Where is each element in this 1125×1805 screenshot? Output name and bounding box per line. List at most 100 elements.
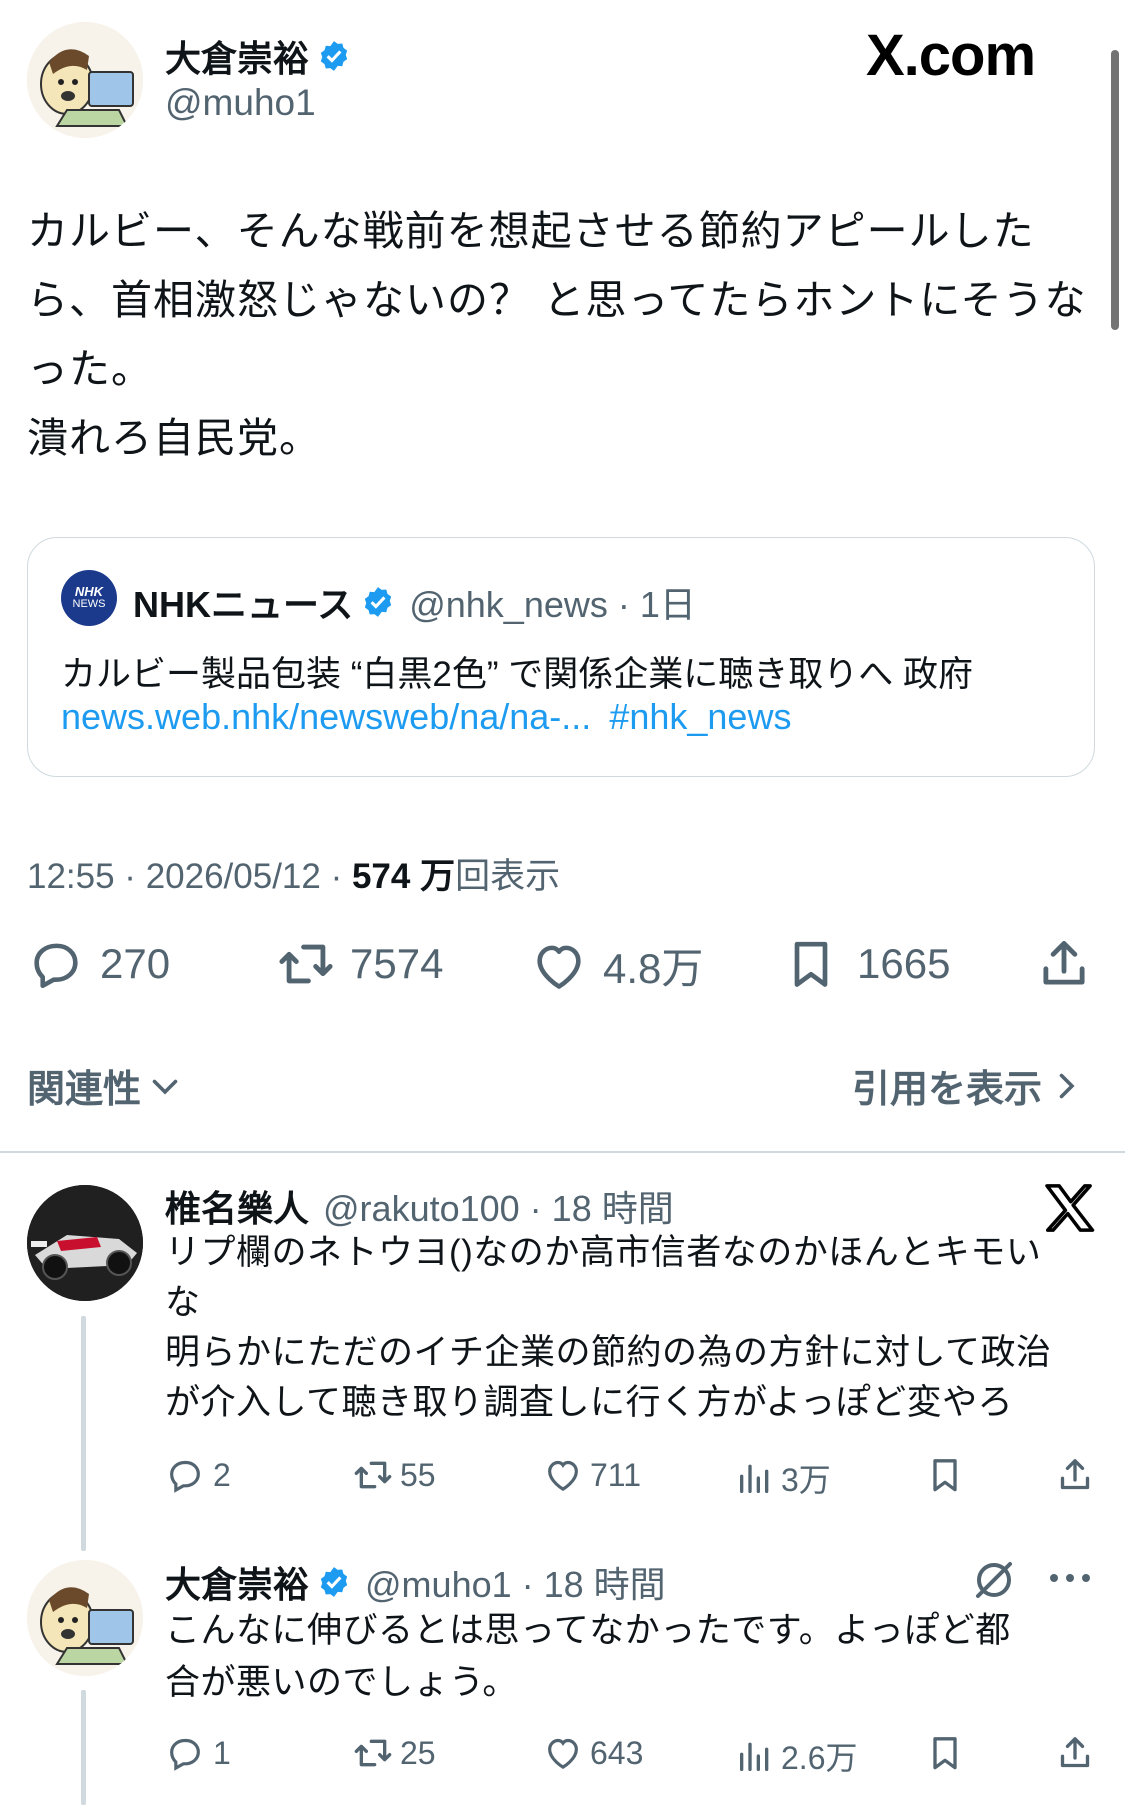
- view-quotes-link[interactable]: 引用を表示: [852, 1058, 1084, 1113]
- reply-count: 1: [213, 1734, 231, 1771]
- share-button[interactable]: [1035, 935, 1093, 993]
- like-count: 643: [590, 1734, 644, 1771]
- repost-button[interactable]: 7574: [275, 935, 443, 993]
- reply-bookmark-button[interactable]: [925, 1733, 965, 1773]
- reply-text-line: 明らかにただのイチ企業の節約の為の方針に対して政治: [165, 1333, 1052, 1372]
- share-icon: [1060, 1459, 1090, 1490]
- sort-dropdown[interactable]: 関連性: [27, 1058, 183, 1113]
- views-count: 2.6万: [781, 1740, 858, 1776]
- thread-line: [81, 1690, 86, 1805]
- bookmark-icon: [933, 1459, 957, 1492]
- x-com-logo: X.com: [866, 23, 1036, 88]
- reply-repost-button[interactable]: 25: [352, 1733, 436, 1773]
- reply-text-line: が介入して聴き取り調査しに行く方がよっぽど変やろ: [165, 1383, 1014, 1422]
- repost-count: 55: [400, 1456, 436, 1493]
- quoted-handle-time: @nhk_news · 1日: [409, 584, 696, 625]
- reply-like-button[interactable]: 711: [542, 1455, 641, 1495]
- repost-icon: [354, 1461, 392, 1489]
- scrollbar[interactable]: [1111, 50, 1119, 330]
- post-meta: 12:55 · 2026/05/12 · 574 万回表示: [27, 848, 560, 899]
- repost-icon: [354, 1739, 392, 1767]
- view-quotes-label: 引用を表示: [852, 1069, 1043, 1111]
- divider: [0, 1151, 1125, 1153]
- post-text-line: った。: [27, 346, 153, 392]
- chevron-down-icon: [152, 1079, 178, 1095]
- post-text-line: カルビー、そんな戦前を想起させる節約アピールした: [27, 208, 1035, 254]
- reply-icon: [34, 943, 78, 989]
- sort-label: 関連性: [27, 1069, 142, 1111]
- bookmark-icon: [794, 941, 828, 987]
- verified-badge-icon: [361, 585, 395, 619]
- quoted-display-name[interactable]: NHKニュース: [133, 576, 353, 628]
- avatar-illustration: [27, 22, 143, 138]
- reply-icon: [170, 1460, 200, 1493]
- reply-display-name[interactable]: 大倉崇裕: [165, 1556, 309, 1608]
- reply-text: こんなに伸びるとは思ってなかったです。よっぽど都 合が悪いのでしょう。: [165, 1605, 1011, 1709]
- nhk-avatar-text-bottom: NEWS: [72, 598, 106, 610]
- post-text-line: 潰れろ自民党。: [27, 415, 321, 461]
- verified-badge-icon: [317, 1565, 351, 1599]
- views-chart-icon: [740, 1464, 769, 1493]
- reply-button[interactable]: 270: [27, 935, 170, 993]
- verified-badge-icon: [317, 39, 351, 73]
- like-count: 4.8万: [603, 945, 704, 992]
- like-count: 711: [590, 1456, 642, 1493]
- quoted-post-card[interactable]: NHK NEWS NHKニュース @nhk_news · 1日 カルビー製品包装…: [27, 537, 1095, 777]
- nhk-avatar-text-top: NHK: [74, 584, 104, 599]
- avatar-illustration: [27, 1560, 143, 1676]
- heart-icon: [537, 945, 581, 989]
- repost-icon: [279, 944, 333, 984]
- author-avatar[interactable]: [27, 22, 143, 138]
- reply-icon: [170, 1738, 200, 1771]
- quoted-hashtag[interactable]: #nhk_news: [609, 696, 791, 737]
- heart-icon: [548, 1738, 578, 1770]
- chevron-right-icon: [1059, 1073, 1075, 1098]
- reply-reply-button[interactable]: 2: [165, 1455, 231, 1495]
- reply-text-line: こんなに伸びるとは思ってなかったです。よっぽど都: [165, 1611, 1011, 1650]
- view-count-label: 回表示: [455, 857, 561, 896]
- reply-handle-time: @rakuto100 · 18 時間: [323, 1188, 674, 1229]
- views-chart-icon: [740, 1742, 769, 1771]
- reply-count: 2: [213, 1456, 231, 1493]
- repost-count: 7574: [350, 940, 444, 987]
- grok-icon[interactable]: [970, 1556, 1018, 1609]
- bookmark-button[interactable]: 1665: [783, 935, 950, 993]
- post-text: カルビー、そんな戦前を想起させる節約アピールした ら、首相激怒じゃないの？ と思…: [27, 197, 1107, 473]
- reply-like-button[interactable]: 643: [542, 1733, 643, 1773]
- reply-avatar[interactable]: [27, 1185, 143, 1301]
- reply-views-button[interactable]: 3万: [735, 1455, 831, 1501]
- reply-repost-button[interactable]: 55: [352, 1455, 436, 1495]
- race-car-avatar-image: [27, 1185, 143, 1301]
- quoted-link[interactable]: news.web.nhk/newsweb/na/na-...: [61, 696, 591, 737]
- post-timestamp[interactable]: 12:55 · 2026/05/12 ·: [27, 857, 352, 896]
- reply-count: 270: [100, 940, 171, 987]
- reply-display-name[interactable]: 椎名樂人: [165, 1180, 309, 1232]
- reply-avatar[interactable]: [27, 1560, 143, 1676]
- view-count: 574 万: [351, 857, 456, 896]
- share-icon: [1043, 941, 1085, 985]
- reply-reply-button[interactable]: 1: [165, 1733, 231, 1773]
- reply-share-button[interactable]: [1055, 1733, 1095, 1773]
- reply-text-line: リプ欄のネトウヨ()なのか高市信者なのかほんとキモい: [165, 1233, 1042, 1272]
- repost-count: 25: [400, 1734, 436, 1771]
- thread-line: [81, 1316, 86, 1551]
- author-display-name[interactable]: 大倉崇裕: [165, 30, 309, 82]
- heart-icon: [548, 1460, 578, 1492]
- bookmark-icon: [933, 1737, 957, 1770]
- more-options-icon[interactable]: [1048, 1568, 1092, 1593]
- reply-bookmark-button[interactable]: [925, 1455, 965, 1495]
- reply-views-button[interactable]: 2.6万: [735, 1733, 858, 1779]
- reply-handle-time: @muho1 · 18 時間: [365, 1564, 666, 1605]
- like-button[interactable]: 4.8万: [528, 935, 703, 996]
- reply-text-line: な: [165, 1283, 201, 1322]
- author-handle[interactable]: @muho1: [165, 82, 316, 124]
- views-count: 3万: [781, 1462, 831, 1498]
- quoted-text: カルビー製品包装 “白黒2色” で関係企業に聴き取りへ 政府: [61, 655, 973, 694]
- bookmark-count: 1665: [857, 940, 951, 987]
- reply-text-line: 合が悪いのでしょう。: [165, 1663, 518, 1702]
- reply-text: リプ欄のネトウヨ()なのか高市信者なのかほんとキモい な 明らかにただのイチ企業…: [165, 1228, 1051, 1428]
- post-text-line: ら、首相激怒じゃないの？ と思ってたらホントにそうな: [27, 277, 1087, 323]
- reply-share-button[interactable]: [1055, 1455, 1095, 1495]
- share-icon: [1060, 1737, 1090, 1768]
- nhk-news-avatar[interactable]: NHK NEWS: [61, 570, 117, 626]
